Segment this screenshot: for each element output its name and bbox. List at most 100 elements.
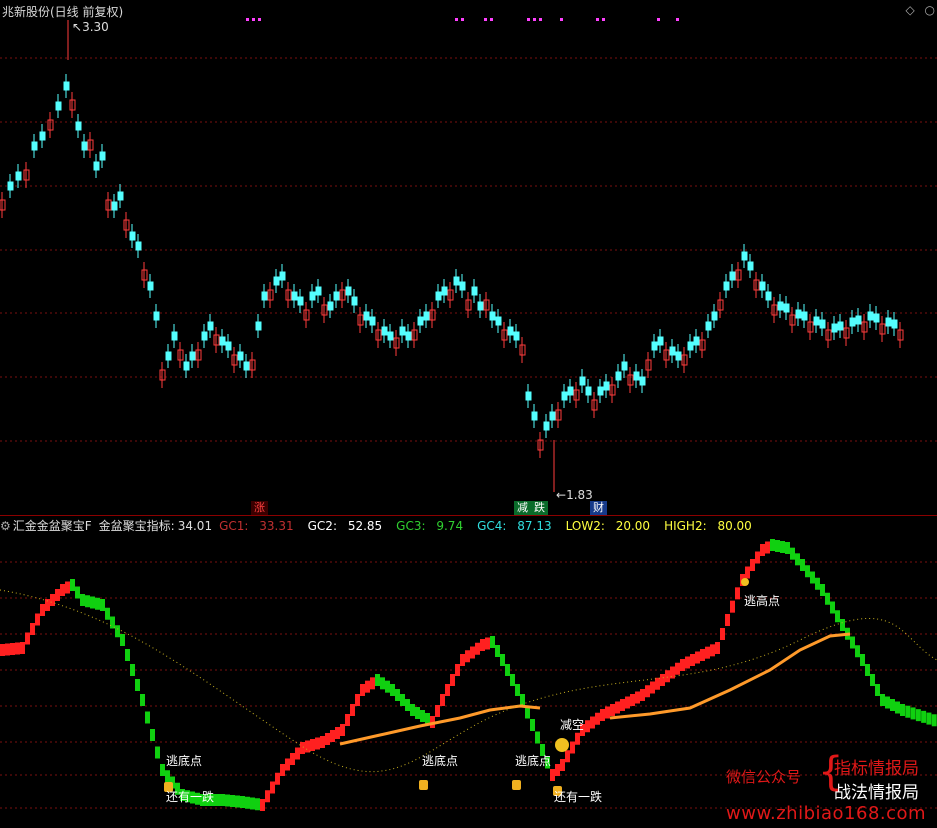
candle-body: [849, 317, 856, 327]
candle-body: [489, 311, 496, 321]
signal-dot: [258, 18, 261, 21]
indicator-bar: [50, 594, 55, 606]
indicator-bar: [0, 644, 5, 656]
marker-rise: 涨: [251, 501, 268, 515]
candle-body: [507, 326, 514, 336]
candle-body: [585, 386, 592, 396]
settings-icon[interactable]: ⚙: [0, 519, 11, 533]
indicator-bar: [825, 592, 830, 605]
indicator-bar: [475, 642, 480, 655]
indicator-bar: [885, 696, 890, 709]
indicator-bar: [926, 712, 932, 725]
indicator-bar: [865, 664, 870, 676]
indicator-bar: [470, 646, 475, 659]
candle-body: [693, 336, 700, 346]
escape-bottom-label-3: 逃底点: [515, 754, 552, 768]
indicator-bar: [15, 642, 20, 655]
indicator-bar: [921, 710, 927, 723]
candle-body: [867, 311, 874, 321]
candle-body: [31, 141, 38, 151]
candle-body: [567, 386, 574, 396]
indicator-bar: [115, 625, 120, 638]
indicator-bar: [285, 758, 290, 771]
indicator-bar: [931, 714, 937, 727]
watermark-url: www.zhibiao168.com: [726, 803, 927, 824]
indicator-bar: [615, 701, 620, 714]
indicator-bar: [855, 645, 860, 658]
indicator-bar: [160, 764, 165, 776]
indicator-bar: [485, 637, 490, 650]
candle-body: [279, 271, 286, 281]
candle-body: [55, 101, 62, 111]
signal-dot: [527, 18, 530, 21]
candle-body: [201, 331, 208, 341]
signal-dot: [455, 18, 458, 21]
watermark-line1: 指标情报局: [834, 759, 919, 779]
indicator-bar: [410, 704, 415, 716]
indicator-bar: [760, 544, 765, 556]
indicator-main-value: 34.01: [177, 519, 213, 533]
indicator-bar: [565, 750, 570, 763]
indicator-bar: [235, 795, 240, 808]
indicator-bar: [835, 610, 840, 623]
candle-body: [135, 241, 142, 251]
candle-body: [705, 321, 712, 331]
candle-body: [369, 316, 376, 326]
indicator-bar: [95, 597, 100, 610]
indicator-bar: [640, 689, 645, 701]
indicator-bar: [625, 696, 630, 709]
candle-body: [381, 326, 388, 336]
indicator-bar: [345, 714, 350, 726]
indicator-bar: [735, 587, 740, 600]
candle-body: [255, 321, 262, 331]
candle-body: [207, 321, 214, 331]
panel-separator: [0, 515, 937, 516]
candle-body: [351, 296, 358, 306]
candle-body: [885, 317, 892, 327]
candle-body: [363, 311, 370, 321]
candle-body: [423, 311, 430, 321]
ma-line: [609, 632, 851, 720]
bag-icon: [512, 780, 521, 790]
indicator-bar: [595, 712, 600, 725]
candle-body: [531, 411, 538, 421]
signal-dot: [539, 18, 542, 21]
indicator-bar: [575, 732, 580, 745]
indicator-bar: [630, 694, 635, 706]
indicator-bar: [455, 664, 460, 676]
indicator-bar: [85, 595, 90, 608]
candle-body: [687, 341, 694, 351]
high-price-label: ↖3.30: [72, 20, 109, 34]
indicator-bar: [550, 769, 555, 781]
candle-body: [417, 316, 424, 326]
indicator-bar: [695, 651, 700, 664]
indicator-bar: [70, 579, 75, 591]
candle-body: [831, 323, 838, 333]
candle-body: [729, 271, 736, 281]
indicator-bar: [645, 685, 650, 698]
indicator-bar: [165, 770, 170, 783]
indicator-bar: [315, 737, 320, 750]
indicator-bar: [535, 731, 540, 744]
indicator-name[interactable]: 汇金金盆聚宝F: [13, 519, 92, 533]
gc3-readout: GC3: 9.74: [396, 519, 464, 533]
indicator-bar: [495, 645, 500, 657]
indicator-bar: [585, 720, 590, 733]
candle-body: [801, 311, 808, 321]
candle-body: [399, 326, 406, 336]
price-chart[interactable]: [0, 0, 937, 828]
indicator-bar: [655, 677, 660, 690]
sad-face-icon: [555, 738, 569, 752]
candle-body: [777, 301, 784, 311]
candle-body: [579, 376, 586, 386]
candle-body: [225, 341, 232, 351]
top-signal-icon: [741, 578, 749, 586]
indicator-bar: [910, 707, 916, 720]
indicator-bar: [765, 541, 770, 554]
indicator-bar: [505, 664, 510, 676]
indicator-bar: [785, 542, 790, 554]
indicator-bar: [705, 646, 710, 659]
signal-dot: [657, 18, 660, 21]
indicator-bar: [320, 736, 325, 748]
candle-body: [795, 309, 802, 319]
